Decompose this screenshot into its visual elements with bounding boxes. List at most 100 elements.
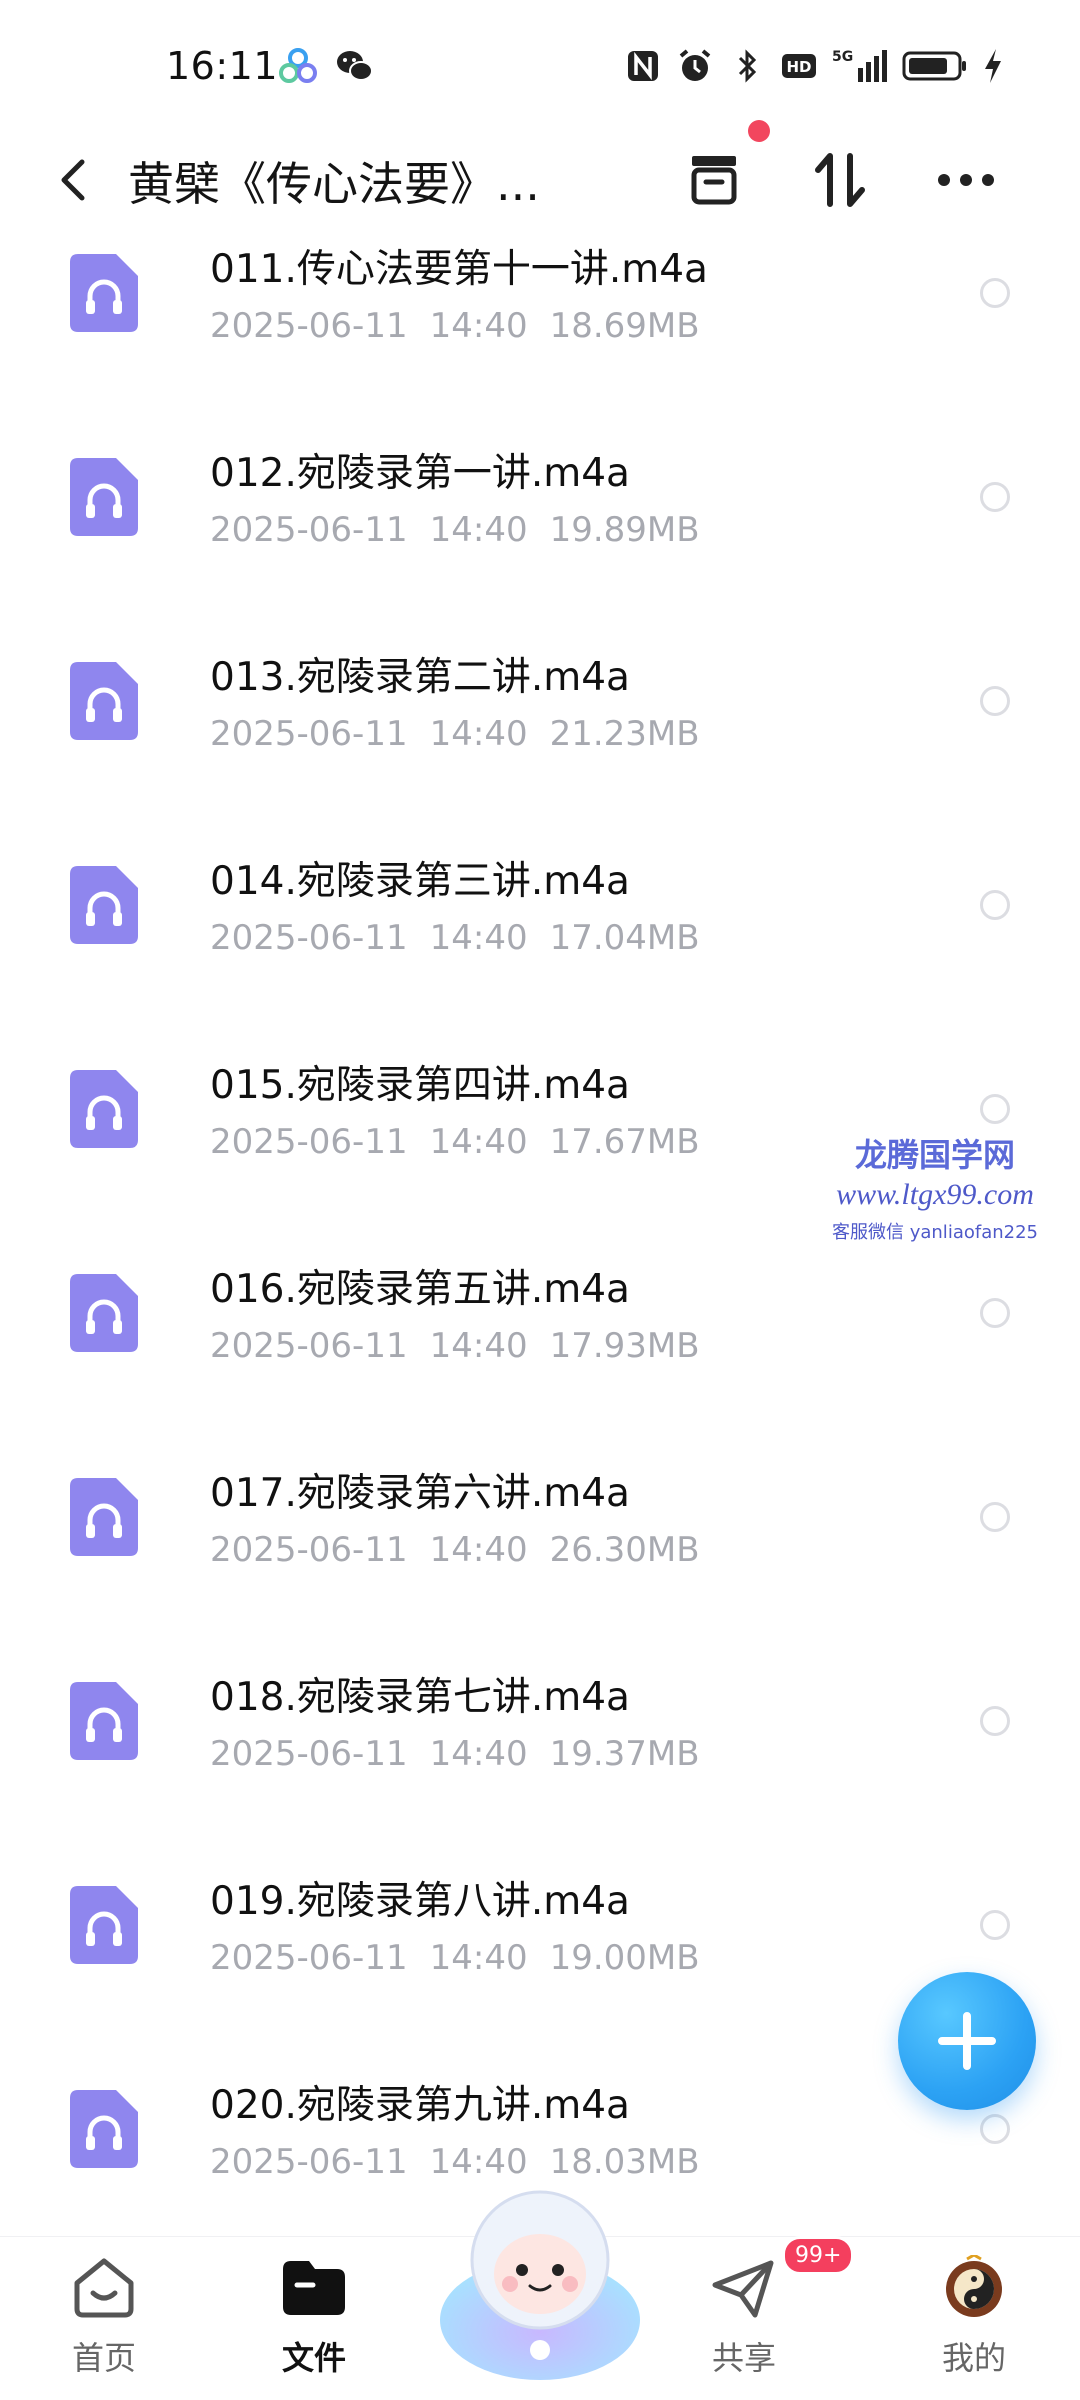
select-radio[interactable] [980,1502,1010,1532]
signal-icon: 5G [832,49,887,82]
file-time: 14:40 [429,1938,528,1978]
select-radio[interactable] [980,2114,1010,2144]
file-date: 2025-06-11 [210,1938,408,1978]
nav-share[interactable]: 共享 [684,2255,804,2379]
file-name: 013.宛陵录第二讲.m4a [210,655,630,700]
file-name: 017.宛陵录第六讲.m4a [210,1471,630,1516]
more-icon [938,174,994,186]
watermark-site-name: 龙腾国学网 [854,1137,1015,1173]
audio-file-icon [70,1478,138,1556]
more-button[interactable] [930,144,1002,216]
file-meta: 2025-06-11 14:40 18.69MB [210,306,700,346]
file-row[interactable]: 018.宛陵录第七讲.m4a 2025-06-11 14:40 19.37MB [0,1648,1080,1852]
file-row[interactable]: 013.宛陵录第二讲.m4a 2025-06-11 14:40 21.23MB [0,628,1080,832]
svg-text:5G: 5G [832,49,853,65]
file-date: 2025-06-11 [210,1530,408,1570]
file-meta: 2025-06-11 14:40 26.30MB [210,1530,700,1570]
watermark: 龙腾国学网 www.ltgx99.com 客服微信 yanliaofan225 [810,1130,1060,1244]
watermark-url: www.ltgx99.com [836,1178,1034,1211]
file-date: 2025-06-11 [210,306,408,346]
svg-text:HD: HD [786,58,811,76]
file-size: 19.00MB [549,1938,700,1978]
audio-file-icon [70,458,138,536]
screen: 16:11 HD 5G 黄檗《传心法要》... 011.传心法要第十一讲.m4a… [0,0,1080,2400]
nav-files[interactable]: 文件 [254,2255,374,2379]
home-icon [74,2258,134,2318]
select-radio[interactable] [980,1910,1010,1940]
audio-file-icon [70,1274,138,1352]
nav-profile-label: 我的 [941,2339,1006,2377]
select-radio[interactable] [980,1094,1010,1124]
audio-file-icon [70,866,138,944]
file-row[interactable]: 014.宛陵录第三讲.m4a 2025-06-11 14:40 17.04MB [0,832,1080,1036]
file-meta: 2025-06-11 14:40 19.89MB [210,510,700,550]
audio-file-icon [70,662,138,740]
file-date: 2025-06-11 [210,1734,408,1774]
file-time: 14:40 [429,918,528,958]
nav-home[interactable]: 首页 [44,2255,164,2379]
file-row[interactable]: 017.宛陵录第六讲.m4a 2025-06-11 14:40 26.30MB [0,1444,1080,1648]
wechat-icon [337,51,373,81]
battery-icon [902,51,966,81]
select-radio[interactable] [980,278,1010,308]
file-time: 14:40 [429,714,528,754]
file-size: 18.69MB [549,306,700,346]
add-button[interactable] [898,1972,1036,2110]
file-name: 020.宛陵录第九讲.m4a [210,2083,630,2128]
file-name: 011.传心法要第十一讲.m4a [210,247,708,292]
audio-file-icon [70,1070,138,1148]
file-size: 19.89MB [549,510,700,550]
nav-home-label: 首页 [71,2339,136,2377]
file-meta: 2025-06-11 14:40 17.67MB [210,1122,700,1162]
archive-button[interactable] [678,144,750,216]
status-bar: 16:11 HD 5G [0,0,1080,130]
cloud-app-icon [279,48,317,83]
file-size: 19.37MB [549,1734,700,1774]
file-size: 17.67MB [549,1122,700,1162]
file-time: 14:40 [429,1326,528,1366]
file-time: 14:40 [429,1122,528,1162]
file-meta: 2025-06-11 14:40 19.00MB [210,1938,700,1978]
notification-dot [748,120,770,142]
audio-file-icon [70,2090,138,2168]
bluetooth-icon [738,49,757,83]
file-size: 17.93MB [549,1326,700,1366]
file-name: 012.宛陵录第一讲.m4a [210,451,630,496]
share-badge: 99+ [782,2236,855,2275]
select-radio[interactable] [980,1298,1010,1328]
assistant-mascot[interactable] [430,2170,650,2390]
file-meta: 2025-06-11 14:40 21.23MB [210,714,700,754]
file-date: 2025-06-11 [210,510,408,550]
file-date: 2025-06-11 [210,1122,408,1162]
file-date: 2025-06-11 [210,2142,408,2182]
file-size: 17.04MB [549,918,700,958]
file-row[interactable]: 016.宛陵录第五讲.m4a 2025-06-11 14:40 17.93MB [0,1240,1080,1444]
audio-file-icon [70,254,138,332]
folder-icon [283,2261,345,2315]
file-name: 016.宛陵录第五讲.m4a [210,1267,630,1312]
top-app-bar: 黄檗《传心法要》... [0,120,1080,230]
file-row[interactable]: 012.宛陵录第一讲.m4a 2025-06-11 14:40 19.89MB [0,424,1080,628]
select-radio[interactable] [980,686,1010,716]
file-row[interactable]: 011.传心法要第十一讲.m4a 2025-06-11 14:40 18.69MB [0,220,1080,424]
file-size: 26.30MB [549,1530,700,1570]
file-name: 018.宛陵录第七讲.m4a [210,1675,630,1720]
file-time: 14:40 [429,306,528,346]
status-time: 16:11 [166,44,279,88]
sort-button[interactable] [804,144,876,216]
file-name: 014.宛陵录第三讲.m4a [210,859,630,904]
file-meta: 2025-06-11 14:40 17.04MB [210,918,700,958]
select-radio[interactable] [980,890,1010,920]
sort-icon [815,153,865,207]
share-icon [712,2260,774,2318]
file-time: 14:40 [429,1530,528,1570]
nav-profile[interactable]: 我的 [914,2253,1034,2379]
back-button[interactable] [44,148,104,212]
alarm-icon [679,49,711,81]
audio-file-icon [70,1682,138,1760]
select-radio[interactable] [980,482,1010,512]
file-date: 2025-06-11 [210,918,408,958]
audio-file-icon [70,1886,138,1964]
select-radio[interactable] [980,1706,1010,1736]
file-size: 21.23MB [549,714,700,754]
